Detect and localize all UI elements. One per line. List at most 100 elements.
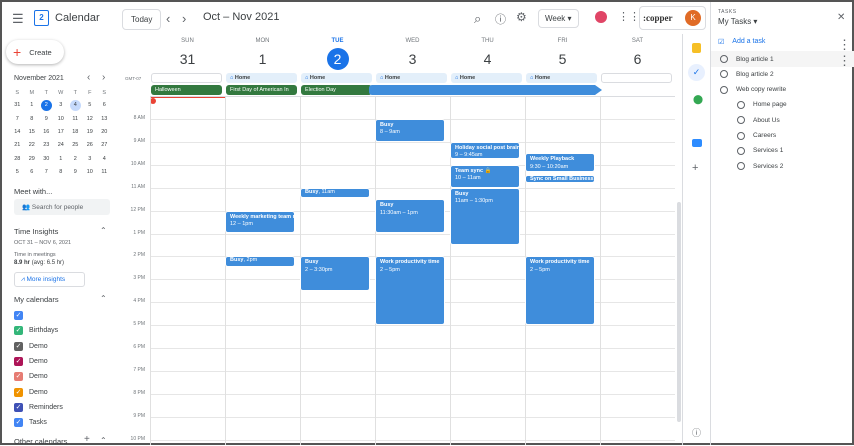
- task-complete-checkbox[interactable]: [737, 101, 745, 109]
- calendar-checkbox[interactable]: ✓: [14, 311, 23, 320]
- calendar-item[interactable]: ✓Tasks: [14, 418, 47, 427]
- calendar-event[interactable]: Weekly marketing team m12 – 1pm: [225, 211, 295, 234]
- mini-day[interactable]: 28: [10, 152, 25, 165]
- calendar-event[interactable]: Work productivity time2 – 5pm: [375, 256, 445, 325]
- working-location-empty[interactable]: [601, 73, 672, 83]
- working-location-chip[interactable]: ⌂ Home: [526, 73, 597, 83]
- day-header[interactable]: SUN31: [150, 38, 225, 70]
- calendar-item[interactable]: ✓Reminders: [14, 403, 63, 412]
- mini-day[interactable]: 4: [97, 152, 112, 165]
- task-complete-checkbox[interactable]: [720, 70, 728, 78]
- calendar-checkbox[interactable]: ✓: [14, 388, 23, 397]
- multi-day-event-bar[interactable]: [369, 85, 602, 95]
- calendar-event[interactable]: Busy, 2pm: [225, 256, 295, 266]
- calendar-event[interactable]: Busy8 – 9am: [375, 119, 445, 142]
- task-item[interactable]: Blog article 1: [720, 55, 774, 63]
- calendar-item[interactable]: ✓Birthdays: [14, 326, 58, 335]
- mini-day[interactable]: 16: [39, 126, 54, 139]
- task-complete-checkbox[interactable]: [720, 86, 728, 94]
- get-addons-plus-icon[interactable]: +: [692, 162, 698, 174]
- mini-day[interactable]: 3: [83, 152, 98, 165]
- task-item[interactable]: Services 1: [737, 147, 783, 155]
- collapse-insights-icon[interactable]: ⌃: [100, 226, 107, 235]
- help-icon[interactable]: ⓘ: [495, 11, 506, 27]
- mini-day[interactable]: 19: [83, 126, 98, 139]
- calendar-checkbox[interactable]: ✓: [14, 372, 23, 381]
- apps-grid-icon[interactable]: ⋮⋮: [618, 10, 640, 23]
- calendar-item[interactable]: ✓Demo: [14, 388, 48, 397]
- mini-day[interactable]: 30: [39, 152, 54, 165]
- working-location-chip[interactable]: ⌂ Home: [226, 73, 297, 83]
- mini-day[interactable]: 6: [97, 99, 112, 112]
- next-week-icon[interactable]: ›: [182, 11, 186, 26]
- day-number[interactable]: 6: [627, 48, 649, 70]
- mini-day[interactable]: 17: [54, 126, 69, 139]
- task-complete-checkbox[interactable]: [737, 162, 745, 170]
- working-location-empty[interactable]: [151, 73, 222, 83]
- main-menu-icon[interactable]: ☰: [12, 11, 24, 27]
- calendar-item[interactable]: ✓Demo: [14, 372, 48, 381]
- calendar-checkbox[interactable]: ✓: [14, 342, 23, 351]
- mini-day[interactable]: 22: [25, 139, 40, 152]
- calendar-checkbox[interactable]: ✓: [14, 418, 23, 427]
- calendar-item[interactable]: ✓: [14, 311, 29, 320]
- mini-day[interactable]: 3: [54, 99, 69, 112]
- mini-day[interactable]: 7: [39, 166, 54, 179]
- task-item[interactable]: Careers: [737, 132, 776, 140]
- mini-day[interactable]: 23: [39, 139, 54, 152]
- more-insights-button[interactable]: ⩘ More insights: [14, 272, 85, 287]
- mini-next-icon[interactable]: ›: [102, 72, 105, 83]
- day-header[interactable]: THU4: [450, 38, 525, 70]
- settings-gear-icon[interactable]: ⚙: [516, 10, 527, 24]
- today-button[interactable]: Today: [122, 9, 161, 30]
- mini-day[interactable]: 21: [10, 139, 25, 152]
- account-box[interactable]: :copper K: [639, 6, 706, 30]
- week-grid[interactable]: Weekly marketing team m12 – 1pm Busy, 2pm…: [150, 97, 675, 445]
- calendar-event[interactable]: Busy11am – 1:30pm: [450, 188, 520, 245]
- day-header[interactable]: WED3: [375, 38, 450, 70]
- day-header[interactable]: MON1: [225, 38, 300, 70]
- task-complete-checkbox[interactable]: [737, 147, 745, 155]
- mini-day[interactable]: 18: [68, 126, 83, 139]
- mini-day[interactable]: 14: [10, 126, 25, 139]
- mini-day[interactable]: 29: [25, 152, 40, 165]
- mini-day[interactable]: 13: [97, 113, 112, 126]
- create-button[interactable]: +Create: [6, 40, 64, 64]
- mini-day[interactable]: 24: [54, 139, 69, 152]
- day-header[interactable]: SAT6: [600, 38, 675, 70]
- time-tracker-icon[interactable]: [595, 11, 607, 23]
- mini-day[interactable]: 6: [25, 166, 40, 179]
- collapse-other-calendars-icon[interactable]: ⌃: [100, 436, 107, 445]
- mini-day[interactable]: 10: [54, 113, 69, 126]
- working-location-chip[interactable]: ⌂ Home: [301, 73, 372, 83]
- day-number[interactable]: 5: [552, 48, 574, 70]
- mini-day[interactable]: 11: [68, 113, 83, 126]
- info-icon[interactable]: ⓘ: [692, 426, 701, 439]
- task-item[interactable]: Blog article 2: [720, 70, 774, 78]
- task-list-select[interactable]: My Tasks ▾: [718, 17, 757, 26]
- maps-icon[interactable]: ⬤: [693, 94, 703, 105]
- day-number[interactable]: 3: [402, 48, 424, 70]
- mini-day[interactable]: 8: [25, 113, 40, 126]
- task-complete-checkbox[interactable]: [720, 55, 728, 63]
- mini-prev-icon[interactable]: ‹: [87, 72, 90, 83]
- zoom-icon[interactable]: [692, 139, 702, 147]
- collapse-my-calendars-icon[interactable]: ⌃: [100, 294, 107, 303]
- day-header[interactable]: FRI5: [525, 38, 600, 70]
- mini-day[interactable]: 15: [25, 126, 40, 139]
- view-select[interactable]: Week ▾: [538, 9, 579, 28]
- avatar[interactable]: K: [685, 10, 701, 26]
- working-location-chip[interactable]: ⌂ Home: [376, 73, 447, 83]
- task-item[interactable]: Web copy rewrite: [720, 86, 786, 94]
- mini-day[interactable]: 2: [68, 152, 83, 165]
- calendar-event[interactable]: Busy2 – 3:30pm: [300, 256, 370, 290]
- mini-day[interactable]: 27: [97, 139, 112, 152]
- mini-day[interactable]: 26: [83, 139, 98, 152]
- grid-scrollbar[interactable]: [677, 202, 681, 422]
- mini-day[interactable]: 25: [68, 139, 83, 152]
- mini-day[interactable]: 9: [68, 166, 83, 179]
- all-day-event[interactable]: Election Day: [301, 85, 372, 95]
- calendar-event[interactable]: Holiday social post brains9 – 9:45am: [450, 142, 520, 159]
- mini-day[interactable]: 12: [83, 113, 98, 126]
- calendar-item[interactable]: ✓Demo: [14, 357, 48, 366]
